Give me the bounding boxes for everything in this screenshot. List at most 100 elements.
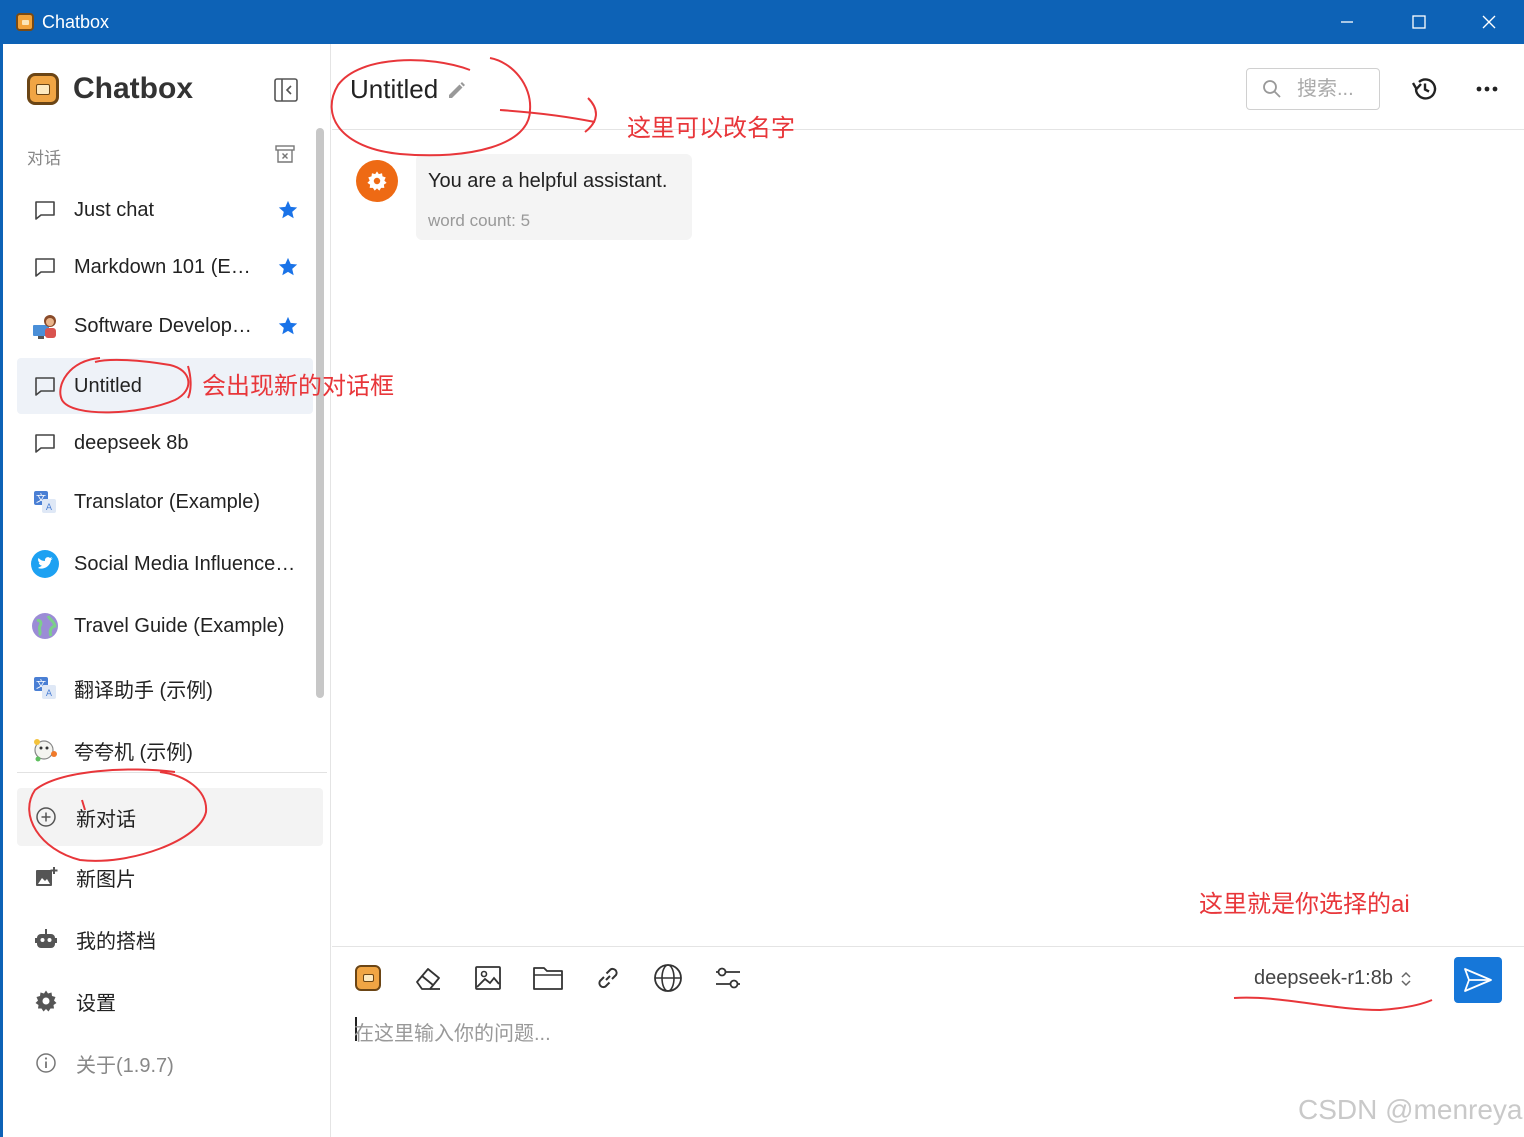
new-chat-label: 新对话 xyxy=(76,808,136,831)
conversation-label: deepseek 8b xyxy=(74,431,189,454)
twitter-icon xyxy=(29,548,61,580)
attach-image-button[interactable] xyxy=(472,962,504,994)
attach-file-button[interactable] xyxy=(532,962,564,994)
conversation-item-social-media[interactable]: Social Media Influence… xyxy=(17,536,313,592)
conversation-label: Travel Guide (Example) xyxy=(74,614,285,637)
translate-icon: 文 A xyxy=(29,486,61,518)
send-icon xyxy=(1464,968,1492,992)
conversation-item-translate-assistant[interactable]: 文 A 翻译助手 (示例) xyxy=(17,660,313,716)
maximize-icon xyxy=(1412,15,1426,29)
settings-button[interactable]: 设置 xyxy=(17,972,323,1030)
star-icon[interactable] xyxy=(277,199,299,221)
svg-text:A: A xyxy=(46,503,53,513)
plus-circle-icon xyxy=(33,804,59,830)
conversation-item-markdown-101[interactable]: Markdown 101 (E… xyxy=(17,239,313,295)
window-title: Chatbox xyxy=(42,11,110,32)
svg-text:A: A xyxy=(46,689,53,699)
info-icon xyxy=(33,1050,59,1076)
message-text: You are a helpful assistant. xyxy=(428,170,668,192)
about-button[interactable]: 关于(1.9.7) xyxy=(17,1034,323,1092)
up-down-chevron-icon xyxy=(1401,971,1411,986)
chat-bubble-icon xyxy=(29,251,61,283)
add-image-icon xyxy=(33,864,59,890)
message-word-count: word count: 5 xyxy=(428,211,531,230)
conversation-item-translator[interactable]: 文 A Translator (Example) xyxy=(17,474,313,530)
chat-title[interactable]: Untitled xyxy=(350,74,438,105)
translate-icon: 文 A xyxy=(29,672,61,704)
model-selector[interactable]: deepseek-r1:8b xyxy=(1254,967,1413,990)
annotation-model: 这里就是你选择的ai xyxy=(1199,891,1410,918)
system-avatar xyxy=(356,160,398,202)
history-icon[interactable] xyxy=(1410,74,1440,104)
maximize-button[interactable] xyxy=(1384,0,1454,44)
web-search-button[interactable] xyxy=(652,962,684,994)
send-button[interactable] xyxy=(1454,957,1502,1003)
chatbox-logo-button[interactable] xyxy=(352,962,384,994)
clear-archive-icon[interactable] xyxy=(273,142,297,166)
sidebar-divider xyxy=(17,772,327,773)
conversation-label: Markdown 101 (E… xyxy=(74,255,251,278)
new-image-label: 新图片 xyxy=(76,868,136,891)
gear-icon xyxy=(367,171,387,191)
conversation-label: Social Media Influence… xyxy=(74,552,296,575)
conversation-label: Just chat xyxy=(74,198,155,221)
collapse-sidebar-icon[interactable] xyxy=(273,77,299,103)
conversation-label: Translator (Example) xyxy=(74,490,260,513)
more-options-icon[interactable] xyxy=(1474,76,1500,102)
chatbox-logo-icon xyxy=(355,965,381,991)
folder-icon xyxy=(533,967,563,990)
sidebar: Chatbox 对话 Just chat Markdown 101 (E… So… xyxy=(3,44,331,1137)
developer-avatar-icon xyxy=(29,310,61,342)
attach-link-button[interactable] xyxy=(592,962,624,994)
globe-icon xyxy=(654,964,682,992)
window-titlebar: Chatbox xyxy=(0,0,1524,44)
search-icon xyxy=(1263,80,1281,98)
globe-avatar-icon xyxy=(29,610,61,642)
star-icon[interactable] xyxy=(277,256,299,278)
search-input[interactable] xyxy=(1297,77,1377,101)
clear-context-button[interactable] xyxy=(412,962,444,994)
about-label: 关于(1.9.7) xyxy=(76,1054,174,1077)
conversation-item-just-chat[interactable]: Just chat xyxy=(17,182,313,238)
praise-bot-icon xyxy=(29,734,61,766)
conversation-item-deepseek-8b[interactable]: deepseek 8b xyxy=(17,415,313,471)
chat-settings-button[interactable] xyxy=(712,962,744,994)
conversation-item-software-developer[interactable]: Software Develop… xyxy=(17,298,313,354)
conversation-item-travel-guide[interactable]: Travel Guide (Example) xyxy=(17,598,313,654)
minimize-icon xyxy=(1341,21,1353,23)
brand: Chatbox xyxy=(27,72,193,106)
star-icon[interactable] xyxy=(277,315,299,337)
watermark: CSDN @menreya xyxy=(1298,1094,1523,1125)
image-icon xyxy=(475,966,501,990)
message-input[interactable] xyxy=(354,1017,1434,1057)
my-partners-label: 我的搭档 xyxy=(76,930,156,953)
conversation-label: 翻译助手 (示例) xyxy=(74,679,213,702)
conversation-label: Software Develop… xyxy=(74,314,252,337)
close-button[interactable] xyxy=(1454,0,1524,44)
minimize-button[interactable] xyxy=(1312,0,1382,44)
close-icon xyxy=(1482,15,1496,29)
gear-icon xyxy=(33,988,59,1014)
my-partners-button[interactable]: 我的搭档 xyxy=(17,910,323,968)
chat-header: Untitled xyxy=(332,44,1524,130)
eraser-icon xyxy=(416,968,440,990)
search-field[interactable] xyxy=(1246,68,1380,110)
sidebar-scrollbar[interactable] xyxy=(316,128,324,698)
settings-label: 设置 xyxy=(76,992,116,1015)
chat-bubble-icon xyxy=(29,370,61,402)
new-image-button[interactable]: 新图片 xyxy=(17,848,323,906)
section-label-conversations: 对话 xyxy=(27,149,61,168)
brand-name: Chatbox xyxy=(73,72,193,105)
chat-bubble-icon xyxy=(29,427,61,459)
model-name: deepseek-r1:8b xyxy=(1254,967,1393,989)
robot-icon xyxy=(33,926,59,952)
conversation-item-praise-bot[interactable]: 夸夸机 (示例) xyxy=(17,722,313,778)
edit-title-icon[interactable] xyxy=(446,79,468,101)
annotation-new-dialog: 会出现新的对话框 xyxy=(202,373,394,400)
annotation-rename: 这里可以改名字 xyxy=(627,115,795,142)
conversation-label: 夸夸机 (示例) xyxy=(74,741,193,764)
system-message: You are a helpful assistant. word count:… xyxy=(416,154,692,240)
new-chat-button[interactable]: 新对话 xyxy=(17,788,323,846)
sliders-icon xyxy=(716,967,740,989)
link-icon xyxy=(598,967,618,989)
